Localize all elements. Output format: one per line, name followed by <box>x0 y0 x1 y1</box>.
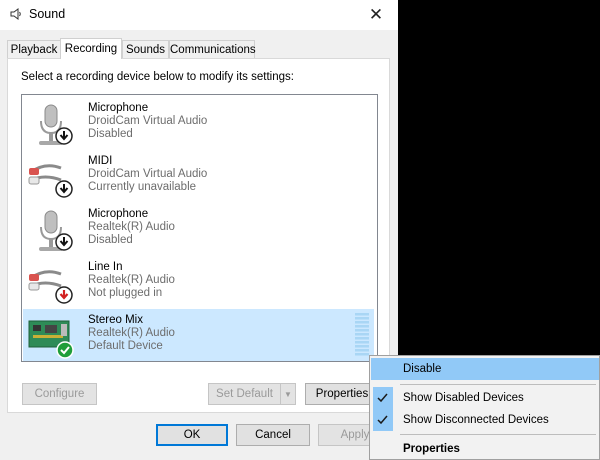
device-item-midi[interactable]: MIDI DroidCam Virtual Audio Currently un… <box>23 150 374 202</box>
ok-button[interactable]: OK <box>156 424 228 446</box>
device-name: Stereo Mix <box>88 314 143 326</box>
menu-item-disable[interactable]: Disable <box>371 358 599 380</box>
menu-item-label: Show Disabled Devices <box>403 392 524 404</box>
sound-card-icon <box>28 320 74 359</box>
sound-dialog: Sound ✕ Playback Recording Sounds Commun… <box>0 0 398 460</box>
menu-separator <box>400 384 596 385</box>
device-driver: Realtek(R) Audio <box>88 327 175 339</box>
tab-recording[interactable]: Recording <box>60 38 122 59</box>
device-status: Disabled <box>88 234 133 246</box>
context-menu: Disable Show Disabled Devices Show Disco… <box>369 355 600 460</box>
device-status: Default Device <box>88 340 163 352</box>
instructions-label: Select a recording device below to modif… <box>21 71 294 83</box>
down-arrow-unplugged-badge <box>55 286 73 304</box>
title-bar: Sound ✕ <box>0 0 398 30</box>
close-button[interactable]: ✕ <box>358 0 394 30</box>
microphone-icon <box>39 210 73 251</box>
menu-separator <box>400 434 596 435</box>
close-icon: ✕ <box>368 5 384 24</box>
device-status: Disabled <box>88 128 133 140</box>
tab-communications[interactable]: Communications <box>169 40 256 58</box>
menu-item-show-disconnected-devices[interactable]: Show Disconnected Devices <box>371 409 599 431</box>
device-name: Microphone <box>88 208 149 220</box>
device-item-microphone-realtek[interactable]: Microphone Realtek(R) Audio Disabled <box>23 203 374 255</box>
recording-panel: Select a recording device below to modif… <box>7 58 390 413</box>
menu-item-label: Show Disconnected Devices <box>403 414 549 426</box>
device-driver: Realtek(R) Audio <box>88 274 175 286</box>
device-name: Microphone <box>88 102 149 114</box>
down-arrow-disabled-badge <box>55 180 73 198</box>
device-item-stereo-mix[interactable]: Stereo Mix Realtek(R) Audio Default Devi… <box>23 309 374 361</box>
speaker-icon <box>10 8 21 20</box>
device-name: MIDI <box>88 155 113 167</box>
down-arrow-disabled-badge <box>55 127 73 145</box>
configure-button[interactable]: Configure <box>22 383 97 405</box>
cancel-button[interactable]: Cancel <box>236 424 310 446</box>
window-title: Sound <box>29 7 66 21</box>
device-name: Line In <box>88 261 123 273</box>
device-item-line-in[interactable]: Line In Realtek(R) Audio Not plugged in <box>23 256 374 308</box>
device-driver: DroidCam Virtual Audio <box>88 168 208 180</box>
default-check-badge <box>56 341 74 359</box>
device-status: Not plugged in <box>88 287 163 299</box>
down-arrow-disabled-badge <box>55 233 73 251</box>
chevron-down-icon: ▼ <box>284 390 292 399</box>
device-driver: DroidCam Virtual Audio <box>88 115 208 127</box>
device-driver: Realtek(R) Audio <box>88 221 175 233</box>
menu-item-label: Disable <box>403 363 442 375</box>
device-list[interactable]: Microphone DroidCam Virtual Audio Disabl… <box>21 94 378 362</box>
set-default-dropdown[interactable]: ▼ <box>280 383 296 405</box>
microphone-icon <box>39 104 73 145</box>
device-status: Currently unavailable <box>88 181 197 193</box>
tab-playback[interactable]: Playback <box>7 40 61 58</box>
menu-item-properties[interactable]: Properties <box>371 438 599 460</box>
checkmark-icon <box>373 409 393 431</box>
audio-cable-icon <box>28 270 73 304</box>
level-meter <box>355 313 369 356</box>
tab-sounds[interactable]: Sounds <box>122 40 169 58</box>
properties-button[interactable]: Properties <box>305 383 379 405</box>
set-default-button[interactable]: Set Default <box>208 383 281 405</box>
audio-cable-icon <box>28 164 73 198</box>
checkmark-icon <box>373 387 393 409</box>
menu-item-show-disabled-devices[interactable]: Show Disabled Devices <box>371 387 599 409</box>
menu-item-label: Properties <box>403 443 460 455</box>
device-item-microphone-droidcam[interactable]: Microphone DroidCam Virtual Audio Disabl… <box>23 97 374 149</box>
